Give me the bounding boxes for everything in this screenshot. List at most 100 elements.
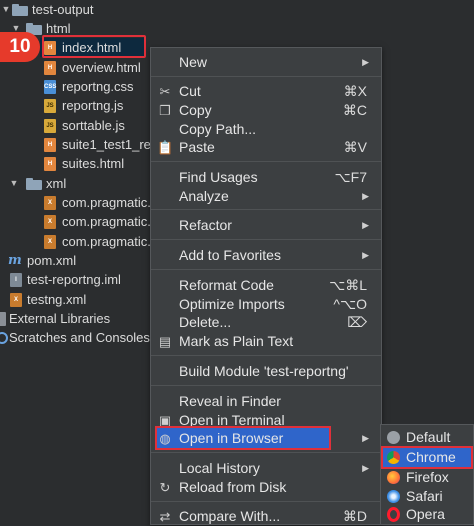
- tree-item-label: overview.html: [62, 60, 141, 75]
- menu-item-label: Analyze: [179, 188, 229, 204]
- tree-item-label: suite1_test1_res: [62, 137, 158, 152]
- menu-separator: [151, 269, 381, 270]
- menu-shortcut: ^⌥O: [333, 296, 367, 312]
- scissors-icon: ✂: [159, 84, 171, 99]
- tree-item-label: test-reportng.iml: [27, 272, 121, 287]
- menu-item-label: Paste: [179, 139, 215, 155]
- menu-item-new[interactable]: New ▶: [151, 53, 381, 72]
- browser-item-safari[interactable]: Safari: [381, 487, 473, 506]
- menu-item-label: Copy: [179, 102, 212, 118]
- step-number-badge: 10: [0, 32, 40, 62]
- html-file-icon: H: [44, 138, 56, 152]
- browser-item-label: Safari: [406, 488, 443, 504]
- menu-item-label: Cut: [179, 83, 201, 99]
- menu-shortcut: ⌘C: [342, 102, 367, 118]
- opera-icon: [387, 507, 400, 522]
- menu-item-paste[interactable]: 📋 Paste ⌘V: [151, 138, 381, 157]
- menu-separator: [151, 239, 381, 240]
- submenu-arrow-icon: ▶: [362, 191, 369, 201]
- tree-item-label: com.pragmatic.: [62, 195, 151, 210]
- menu-item-mark-as-plain-text[interactable]: ▤ Mark as Plain Text: [151, 332, 381, 351]
- menu-shortcut: ⌘X: [343, 83, 367, 99]
- menu-item-cut[interactable]: ✂ Cut ⌘X: [151, 82, 381, 101]
- submenu-arrow-icon: ▶: [362, 433, 369, 443]
- tree-item-label: test-output: [32, 2, 94, 17]
- menu-separator: [151, 385, 381, 386]
- context-menu: New ▶ ✂ Cut ⌘X ❐ Copy ⌘C Copy Path... 📋 …: [150, 47, 382, 525]
- tree-item-label: com.pragmatic.: [62, 214, 151, 229]
- menu-item-reformat-code[interactable]: Reformat Code ⌥⌘L: [151, 276, 381, 295]
- xml-file-icon: X: [44, 196, 56, 210]
- js-file-icon: JS: [44, 119, 56, 133]
- browser-item-firefox[interactable]: Firefox: [381, 468, 473, 487]
- menu-item-label: Copy Path...: [179, 121, 257, 137]
- menu-item-add-to-favorites[interactable]: Add to Favorites ▶: [151, 246, 381, 265]
- menu-item-local-history[interactable]: Local History ▶: [151, 459, 381, 478]
- tree-item-label: reportng.js: [62, 98, 124, 113]
- tree-item-label: sorttable.js: [62, 118, 125, 133]
- tree-item-label: Scratches and Consoles: [9, 330, 150, 345]
- compare-icon: ⇄: [159, 509, 171, 524]
- scratches-icon: [0, 332, 8, 344]
- menu-item-label: Reformat Code: [179, 277, 274, 293]
- menu-separator: [151, 355, 381, 356]
- tree-item-label: suites.html: [62, 156, 125, 171]
- maven-icon: m: [8, 253, 22, 268]
- browser-item-label: Firefox: [406, 469, 449, 485]
- menu-item-copy[interactable]: ❐ Copy ⌘C: [151, 101, 381, 120]
- menu-separator: [151, 501, 381, 502]
- folder-icon: [12, 4, 28, 16]
- browser-item-default[interactable]: Default: [381, 428, 473, 447]
- menu-item-copy-path[interactable]: Copy Path...: [151, 120, 381, 139]
- menu-shortcut: ⌦: [347, 314, 367, 330]
- menu-item-label: Refactor: [179, 217, 232, 233]
- menu-item-label: Add to Favorites: [179, 247, 281, 263]
- menu-item-label: Build Module 'test-reportng': [179, 363, 349, 379]
- menu-item-compare-with[interactable]: ⇄ Compare With... ⌘D: [151, 507, 381, 526]
- menu-item-refactor[interactable]: Refactor ▶: [151, 216, 381, 235]
- annotation-highlight-box: [42, 35, 146, 58]
- menu-item-label: New: [179, 54, 208, 70]
- tree-item-label: xml: [46, 176, 67, 191]
- menu-item-label: Reload from Disk: [179, 479, 287, 495]
- tree-item-label: testng.xml: [27, 292, 87, 307]
- menu-separator: [151, 209, 381, 210]
- tree-item-label: pom.xml: [27, 253, 77, 268]
- menu-item-label: Reveal in Finder: [179, 393, 281, 409]
- plain-text-icon: ▤: [158, 334, 172, 349]
- globe-icon: [387, 431, 400, 444]
- menu-item-find-usages[interactable]: Find Usages ⌥F7: [151, 168, 381, 187]
- menu-item-delete[interactable]: Delete... ⌦: [151, 313, 381, 332]
- browser-item-label: Default: [406, 429, 451, 445]
- menu-item-label: Mark as Plain Text: [179, 333, 294, 349]
- open-in-browser-submenu: Default Chrome Firefox Safari Opera: [380, 424, 474, 525]
- collapse-arrow-icon[interactable]: ▼: [0, 0, 12, 19]
- menu-item-label: Local History: [179, 460, 260, 476]
- library-icon: [0, 312, 6, 326]
- browser-item-opera[interactable]: Opera: [381, 505, 473, 524]
- menu-shortcut: ⌘V: [343, 139, 367, 155]
- annotation-highlight-box: [155, 426, 331, 450]
- menu-shortcut: ⌘D: [342, 508, 367, 524]
- tree-item-label: com.pragmatic.: [62, 234, 151, 249]
- menu-item-label: Find Usages: [179, 169, 258, 185]
- collapse-arrow-icon[interactable]: ▼: [8, 174, 20, 193]
- menu-item-label: Delete...: [179, 314, 232, 330]
- menu-separator: [151, 452, 381, 453]
- submenu-arrow-icon: ▶: [362, 250, 369, 260]
- menu-separator: [151, 76, 381, 77]
- menu-item-analyze[interactable]: Analyze ▶: [151, 187, 381, 206]
- firefox-icon: [387, 471, 400, 484]
- folder-icon: [26, 178, 42, 190]
- menu-item-build-module[interactable]: Build Module 'test-reportng': [151, 362, 381, 381]
- browser-item-label: Opera: [406, 506, 445, 522]
- menu-item-label: Optimize Imports: [179, 296, 285, 312]
- menu-shortcut: ⌥F7: [334, 169, 367, 185]
- menu-item-reload-from-disk[interactable]: ↻ Reload from Disk: [151, 478, 381, 497]
- menu-item-label: Compare With...: [179, 508, 281, 524]
- menu-item-optimize-imports[interactable]: Optimize Imports ^⌥O: [151, 295, 381, 314]
- submenu-arrow-icon: ▶: [362, 220, 369, 230]
- clipboard-icon: 📋: [157, 140, 174, 155]
- menu-item-reveal-in-finder[interactable]: Reveal in Finder: [151, 392, 381, 411]
- iml-file-icon: I: [10, 273, 22, 287]
